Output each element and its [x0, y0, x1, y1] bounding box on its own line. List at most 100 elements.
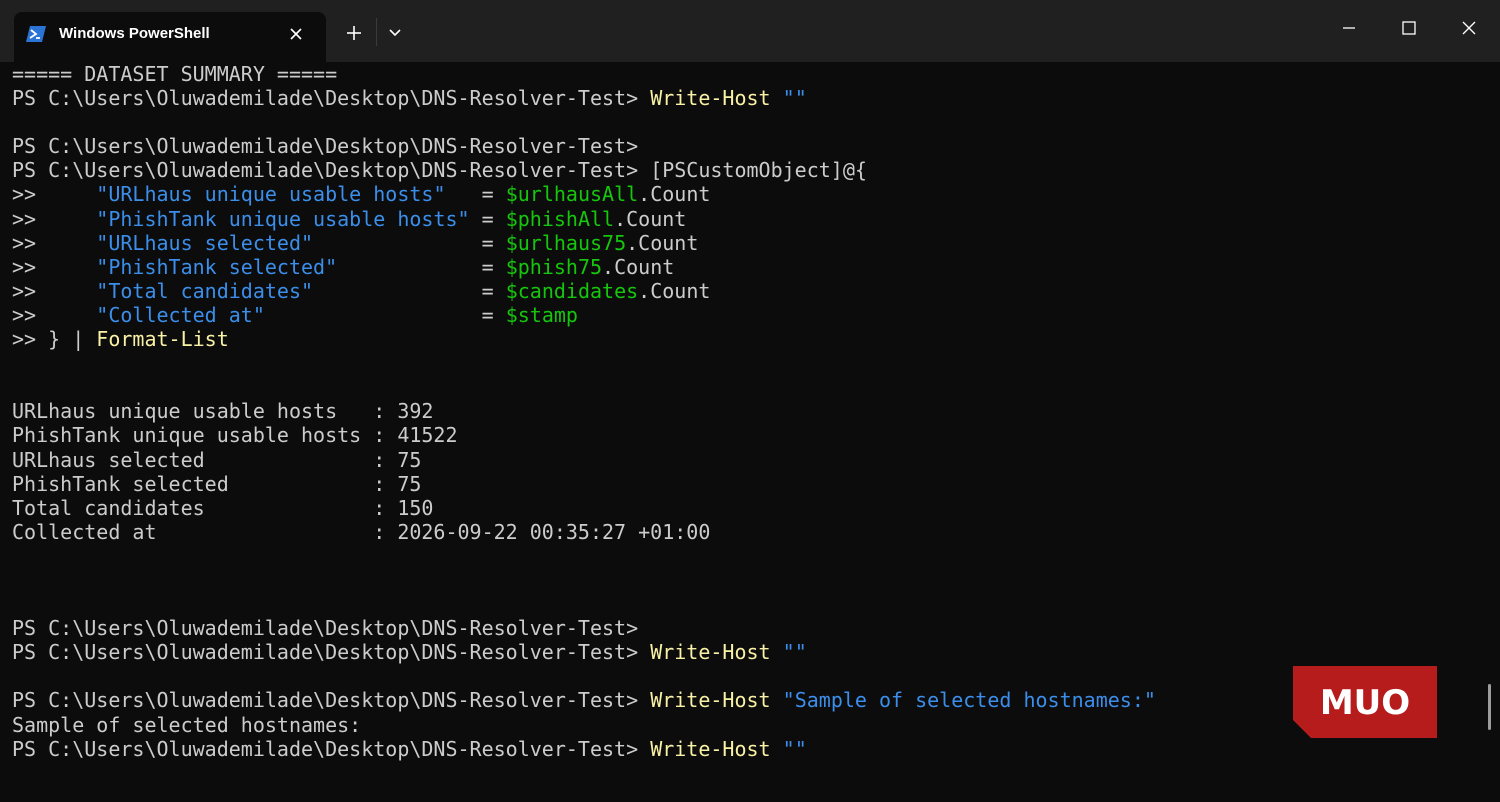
maximize-icon[interactable]: [1386, 12, 1432, 44]
terminal-text-segment: PS C:\Users\Oluwademilade\Desktop\DNS-Re…: [12, 736, 651, 761]
terminal-line: PS C:\Users\Oluwademilade\Desktop\DNS-Re…: [12, 640, 1472, 664]
terminal-text-segment: "": [770, 640, 807, 665]
terminal-line: >> "PhishTank unique usable hosts" = $ph…: [12, 207, 1472, 231]
terminal-text-segment: =: [313, 278, 506, 303]
terminal-line: PS C:\Users\Oluwademilade\Desktop\DNS-Re…: [12, 737, 1472, 761]
terminal-line: >> "URLhaus unique usable hosts" = $urlh…: [12, 182, 1472, 206]
terminal-line: Total candidates : 150: [12, 496, 1472, 520]
terminal-text-segment: Write-Host: [650, 688, 771, 713]
minimize-icon[interactable]: [1326, 12, 1372, 44]
tab-title: Windows PowerShell: [59, 25, 210, 42]
terminal-text-segment: PS C:\Users\Oluwademilade\Desktop\DNS-Re…: [12, 86, 651, 111]
terminal-text-segment: >>: [12, 206, 97, 231]
terminal-line: Collected at : 2026-09-22 00:35:27 +01:0…: [12, 520, 1472, 544]
title-bar[interactable]: Windows PowerShell: [0, 0, 1500, 62]
terminal-line: Sample of selected hostnames:: [12, 713, 1472, 737]
terminal-text-segment: $stamp: [505, 302, 578, 327]
muo-watermark-logo: MUO: [1293, 666, 1437, 738]
terminal-text-segment: Write-Host: [650, 86, 771, 111]
terminal-text-segment: $candidates: [505, 278, 639, 303]
powershell-icon: [26, 26, 46, 42]
scrollbar-thumb[interactable]: [1488, 684, 1491, 730]
terminal-text-segment: Sample of selected hostnames:: [12, 712, 362, 737]
terminal-text-segment: .Count: [638, 182, 711, 207]
terminal-text-segment: Write-Host: [650, 640, 771, 665]
terminal-text-segment: PS C:\Users\Oluwademilade\Desktop\DNS-Re…: [12, 616, 639, 641]
terminal-line: PS C:\Users\Oluwademilade\Desktop\DNS-Re…: [12, 86, 1472, 110]
terminal-text-segment: >>: [12, 302, 97, 327]
terminal-text-segment: PS C:\Users\Oluwademilade\Desktop\DNS-Re…: [12, 640, 651, 665]
terminal-output[interactable]: ===== DATASET SUMMARY ===== PS C:\Users\O…: [12, 62, 1472, 802]
terminal-text-segment: [PSCustomObject]@{: [650, 158, 867, 183]
terminal-text-segment: Total candidates : 150: [12, 495, 434, 520]
terminal-text-segment: .Count: [614, 206, 687, 231]
terminal-text-segment: ===== DATASET SUMMARY =====: [12, 62, 338, 86]
terminal-text-segment: =: [313, 230, 506, 255]
terminal-text-segment: "": [770, 86, 807, 111]
terminal-text-segment: PS C:\Users\Oluwademilade\Desktop\DNS-Re…: [12, 688, 651, 713]
terminal-text-segment: "Sample of selected hostnames:": [770, 688, 1156, 713]
svg-text:MUO: MUO: [1320, 683, 1410, 723]
terminal-text-segment: URLhaus selected : 75: [12, 447, 422, 472]
terminal-line: >> "Collected at" = $stamp: [12, 303, 1472, 327]
terminal-text-segment: =: [469, 206, 506, 231]
terminal-line: >> "Total candidates" = $candidates.Coun…: [12, 279, 1472, 303]
terminal-text-segment: >>: [12, 254, 97, 279]
terminal-text-segment: .Count: [638, 278, 711, 303]
terminal-text-segment: "Total candidates": [96, 278, 314, 303]
tab-separator: [376, 18, 377, 46]
terminal-text-segment: Write-Host: [650, 736, 771, 761]
terminal-line: ===== DATASET SUMMARY =====: [12, 62, 1472, 86]
terminal-text-segment: .Count: [602, 254, 675, 279]
terminal-text-segment: PhishTank unique usable hosts : 41522: [12, 423, 458, 448]
terminal-text-segment: $phishAll: [505, 206, 615, 231]
terminal-window: Windows PowerShell ===== DATASET SUMMARY…: [0, 0, 1500, 802]
terminal-text-segment: >>: [12, 182, 97, 207]
terminal-text-segment: "URLhaus unique usable hosts": [96, 182, 446, 207]
terminal-text-segment: =: [264, 302, 506, 327]
terminal-text-segment: =: [337, 254, 506, 279]
tab-windows-powershell[interactable]: Windows PowerShell: [14, 12, 326, 62]
terminal-line: >> "PhishTank selected" = $phish75.Count: [12, 255, 1472, 279]
terminal-text-segment: "PhishTank selected": [96, 254, 338, 279]
terminal-text-segment: URLhaus unique usable hosts : 392: [12, 399, 434, 424]
terminal-text-segment: "URLhaus selected": [96, 230, 314, 255]
terminal-text-segment: "Collected at": [96, 302, 265, 327]
terminal-line: PS C:\Users\Oluwademilade\Desktop\DNS-Re…: [12, 134, 1472, 158]
terminal-text-segment: $urlhaus75: [505, 230, 627, 255]
terminal-text-segment: "": [770, 736, 807, 761]
terminal-text-segment: PS C:\Users\Oluwademilade\Desktop\DNS-Re…: [12, 134, 639, 159]
terminal-line: >> "URLhaus selected" = $urlhaus75.Count: [12, 231, 1472, 255]
terminal-line: PhishTank selected : 75: [12, 472, 1472, 496]
terminal-text-segment: PhishTank selected : 75: [12, 471, 422, 496]
terminal-text-segment: PS C:\Users\Oluwademilade\Desktop\DNS-Re…: [12, 158, 651, 183]
terminal-text-segment: "PhishTank unique usable hosts": [96, 206, 470, 231]
terminal-line: PS C:\Users\Oluwademilade\Desktop\DNS-Re…: [12, 616, 1472, 640]
terminal-line: PS C:\Users\Oluwademilade\Desktop\DNS-Re…: [12, 158, 1472, 182]
terminal-line: URLhaus selected : 75: [12, 448, 1472, 472]
terminal-line: PhishTank unique usable hosts : 41522: [12, 423, 1472, 447]
terminal-line: URLhaus unique usable hosts : 392: [12, 399, 1472, 423]
chevron-down-icon[interactable]: [382, 20, 408, 46]
terminal-text-segment: >>: [12, 230, 97, 255]
terminal-text-segment: =: [445, 182, 506, 207]
close-icon[interactable]: [1446, 12, 1492, 44]
terminal-text-segment: $phish75: [505, 254, 603, 279]
terminal-text-segment: Format-List: [96, 327, 229, 352]
plus-icon[interactable]: [340, 20, 368, 46]
terminal-line: >> } | Format-List: [12, 327, 1472, 351]
close-icon[interactable]: [284, 22, 308, 46]
terminal-text-segment: Collected at : 2026-09-22 00:35:27 +01:0…: [12, 519, 711, 544]
terminal-text-segment: .Count: [626, 230, 699, 255]
terminal-text-segment: >> } |: [12, 327, 97, 352]
terminal-line: PS C:\Users\Oluwademilade\Desktop\DNS-Re…: [12, 688, 1472, 712]
terminal-text-segment: $urlhausAll: [505, 182, 639, 207]
terminal-text-segment: >>: [12, 278, 97, 303]
